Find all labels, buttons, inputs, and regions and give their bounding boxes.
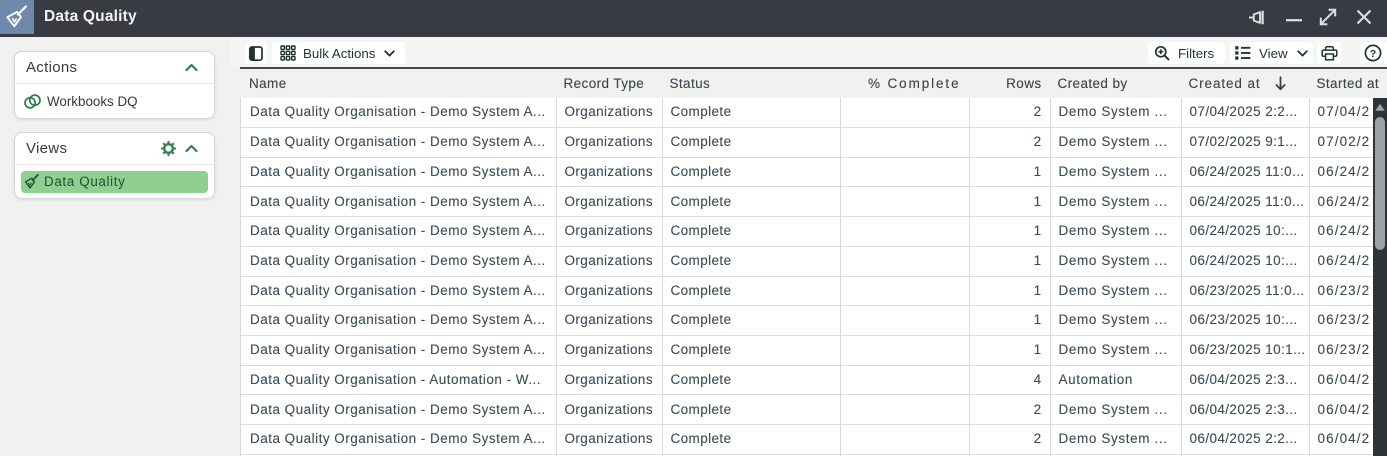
svg-text:?: ? [1370, 48, 1376, 60]
